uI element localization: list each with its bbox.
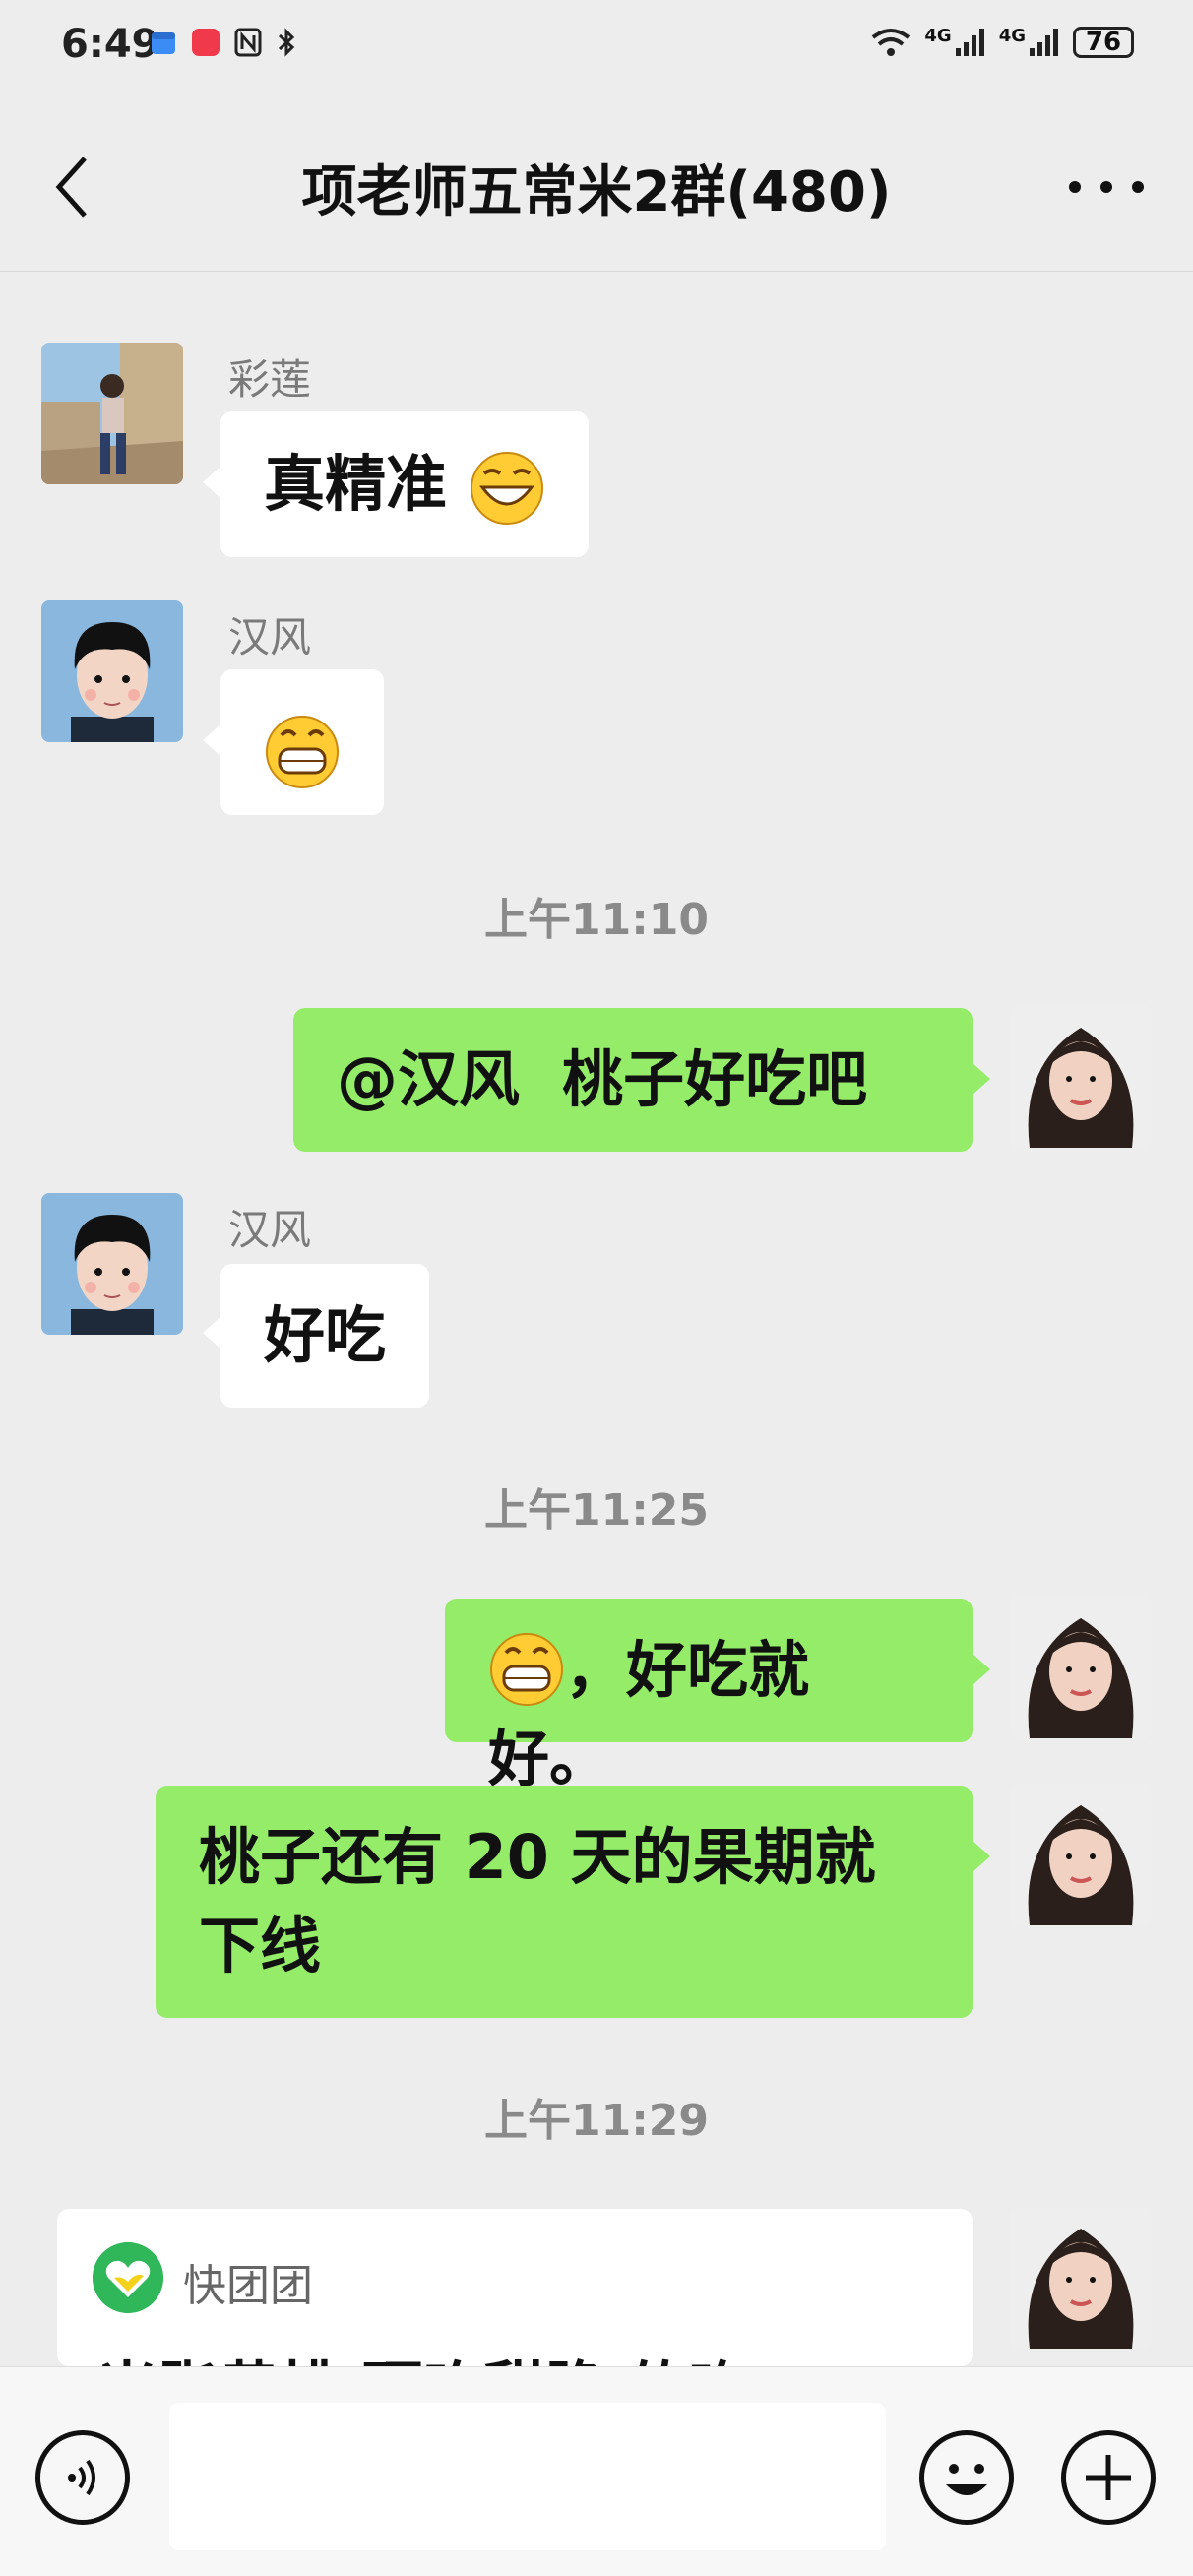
big-grin-emoji-icon — [490, 1632, 563, 1706]
message-input[interactable] — [169, 2403, 886, 2550]
message-bubble[interactable]: ，好吃就好。 — [445, 1599, 973, 1794]
network-type-1: 4G — [924, 26, 952, 46]
input-bar — [0, 2366, 1193, 2576]
message-text-line-2: 下线 — [199, 1910, 322, 1981]
signal-icon-1 — [955, 29, 984, 56]
bubble-tail — [203, 467, 220, 498]
card-app-name: 快团团 — [183, 2261, 313, 2311]
avatar-self[interactable] — [1010, 1597, 1152, 1738]
sender-name: 汉风 — [228, 613, 312, 661]
avatar-photo — [1010, 1006, 1152, 1148]
message-bubble[interactable]: 真精准 — [220, 411, 589, 557]
message-text-line-1: 桃子还有 20 天的果期就 — [199, 1821, 876, 1893]
message-text: @汉风 桃子好吃吧 — [337, 1043, 868, 1115]
avatar-photo — [41, 343, 183, 484]
status-right-icons: 4G 4G 76 — [869, 26, 1134, 59]
nfc-icon — [234, 28, 262, 57]
avatar-self[interactable] — [1010, 1784, 1152, 1925]
network-type-2: 4G — [998, 26, 1026, 46]
kuaituantuan-logo-icon — [93, 2242, 163, 2313]
plus-icon[interactable] — [1061, 2430, 1156, 2525]
bubble-tail — [973, 1841, 990, 1872]
emoji-icon[interactable] — [919, 2430, 1014, 2525]
status-time: 6:49 — [61, 22, 159, 67]
calendar-icon — [152, 32, 175, 54]
status-bar: 6:49 4G 4G 76 — [0, 0, 1193, 98]
message-text: 真精准 — [264, 448, 448, 520]
status-left-icons — [150, 28, 297, 57]
voice-icon[interactable] — [35, 2430, 130, 2525]
sender-name: 彩莲 — [228, 355, 312, 404]
chat-title: 项老师五常米2群(480) — [301, 160, 892, 224]
bubble-tail — [203, 1317, 220, 1349]
bluetooth-icon — [278, 28, 295, 57]
avatar-photo — [1010, 1597, 1152, 1738]
bubble-tail — [973, 1654, 990, 1685]
timestamp: 上午11:29 — [483, 2096, 710, 2146]
avatar-self[interactable] — [1010, 2207, 1152, 2349]
message-bubble[interactable]: 桃子还有 20 天的果期就 下线 — [156, 1786, 973, 2018]
grin-emoji-icon — [470, 451, 543, 525]
chat-header: 项老师五常米2群(480) — [0, 98, 1193, 272]
mini-program-card[interactable]: 快团团 米脂黄桃 硬吃甜脆 软吃 — [57, 2209, 973, 2366]
bubble-tail — [203, 724, 220, 756]
avatar-cartoon — [41, 1193, 183, 1335]
avatar-self[interactable] — [1010, 1006, 1152, 1148]
message-text: 好吃 — [264, 1299, 387, 1371]
timestamp: 上午11:25 — [483, 1485, 710, 1536]
timestamp: 上午11:10 — [483, 895, 710, 945]
bubble-tail — [973, 1063, 990, 1095]
big-grin-emoji-icon — [266, 715, 339, 788]
message-bubble[interactable] — [220, 669, 384, 815]
avatar-cartoon — [41, 600, 183, 742]
battery-indicator: 76 — [1073, 27, 1134, 58]
avatar-cailian[interactable] — [41, 343, 183, 484]
shopping-app-icon — [192, 29, 220, 56]
avatar-hanfeng[interactable] — [41, 600, 183, 742]
sender-name: 汉风 — [228, 1206, 312, 1254]
message-bubble[interactable]: @汉风 桃子好吃吧 — [293, 1008, 973, 1152]
message-bubble[interactable]: 好吃 — [220, 1264, 430, 1408]
signal-icon-2 — [1030, 29, 1058, 56]
card-preview-text: 米脂黄桃 硬吃甜脆 软吃 — [96, 2341, 749, 2366]
avatar-photo — [1010, 2207, 1152, 2349]
avatar-hanfeng[interactable] — [41, 1193, 183, 1335]
avatar-photo — [1010, 1784, 1152, 1925]
more-dots-icon[interactable] — [1069, 157, 1144, 217]
wifi-icon — [872, 29, 910, 56]
